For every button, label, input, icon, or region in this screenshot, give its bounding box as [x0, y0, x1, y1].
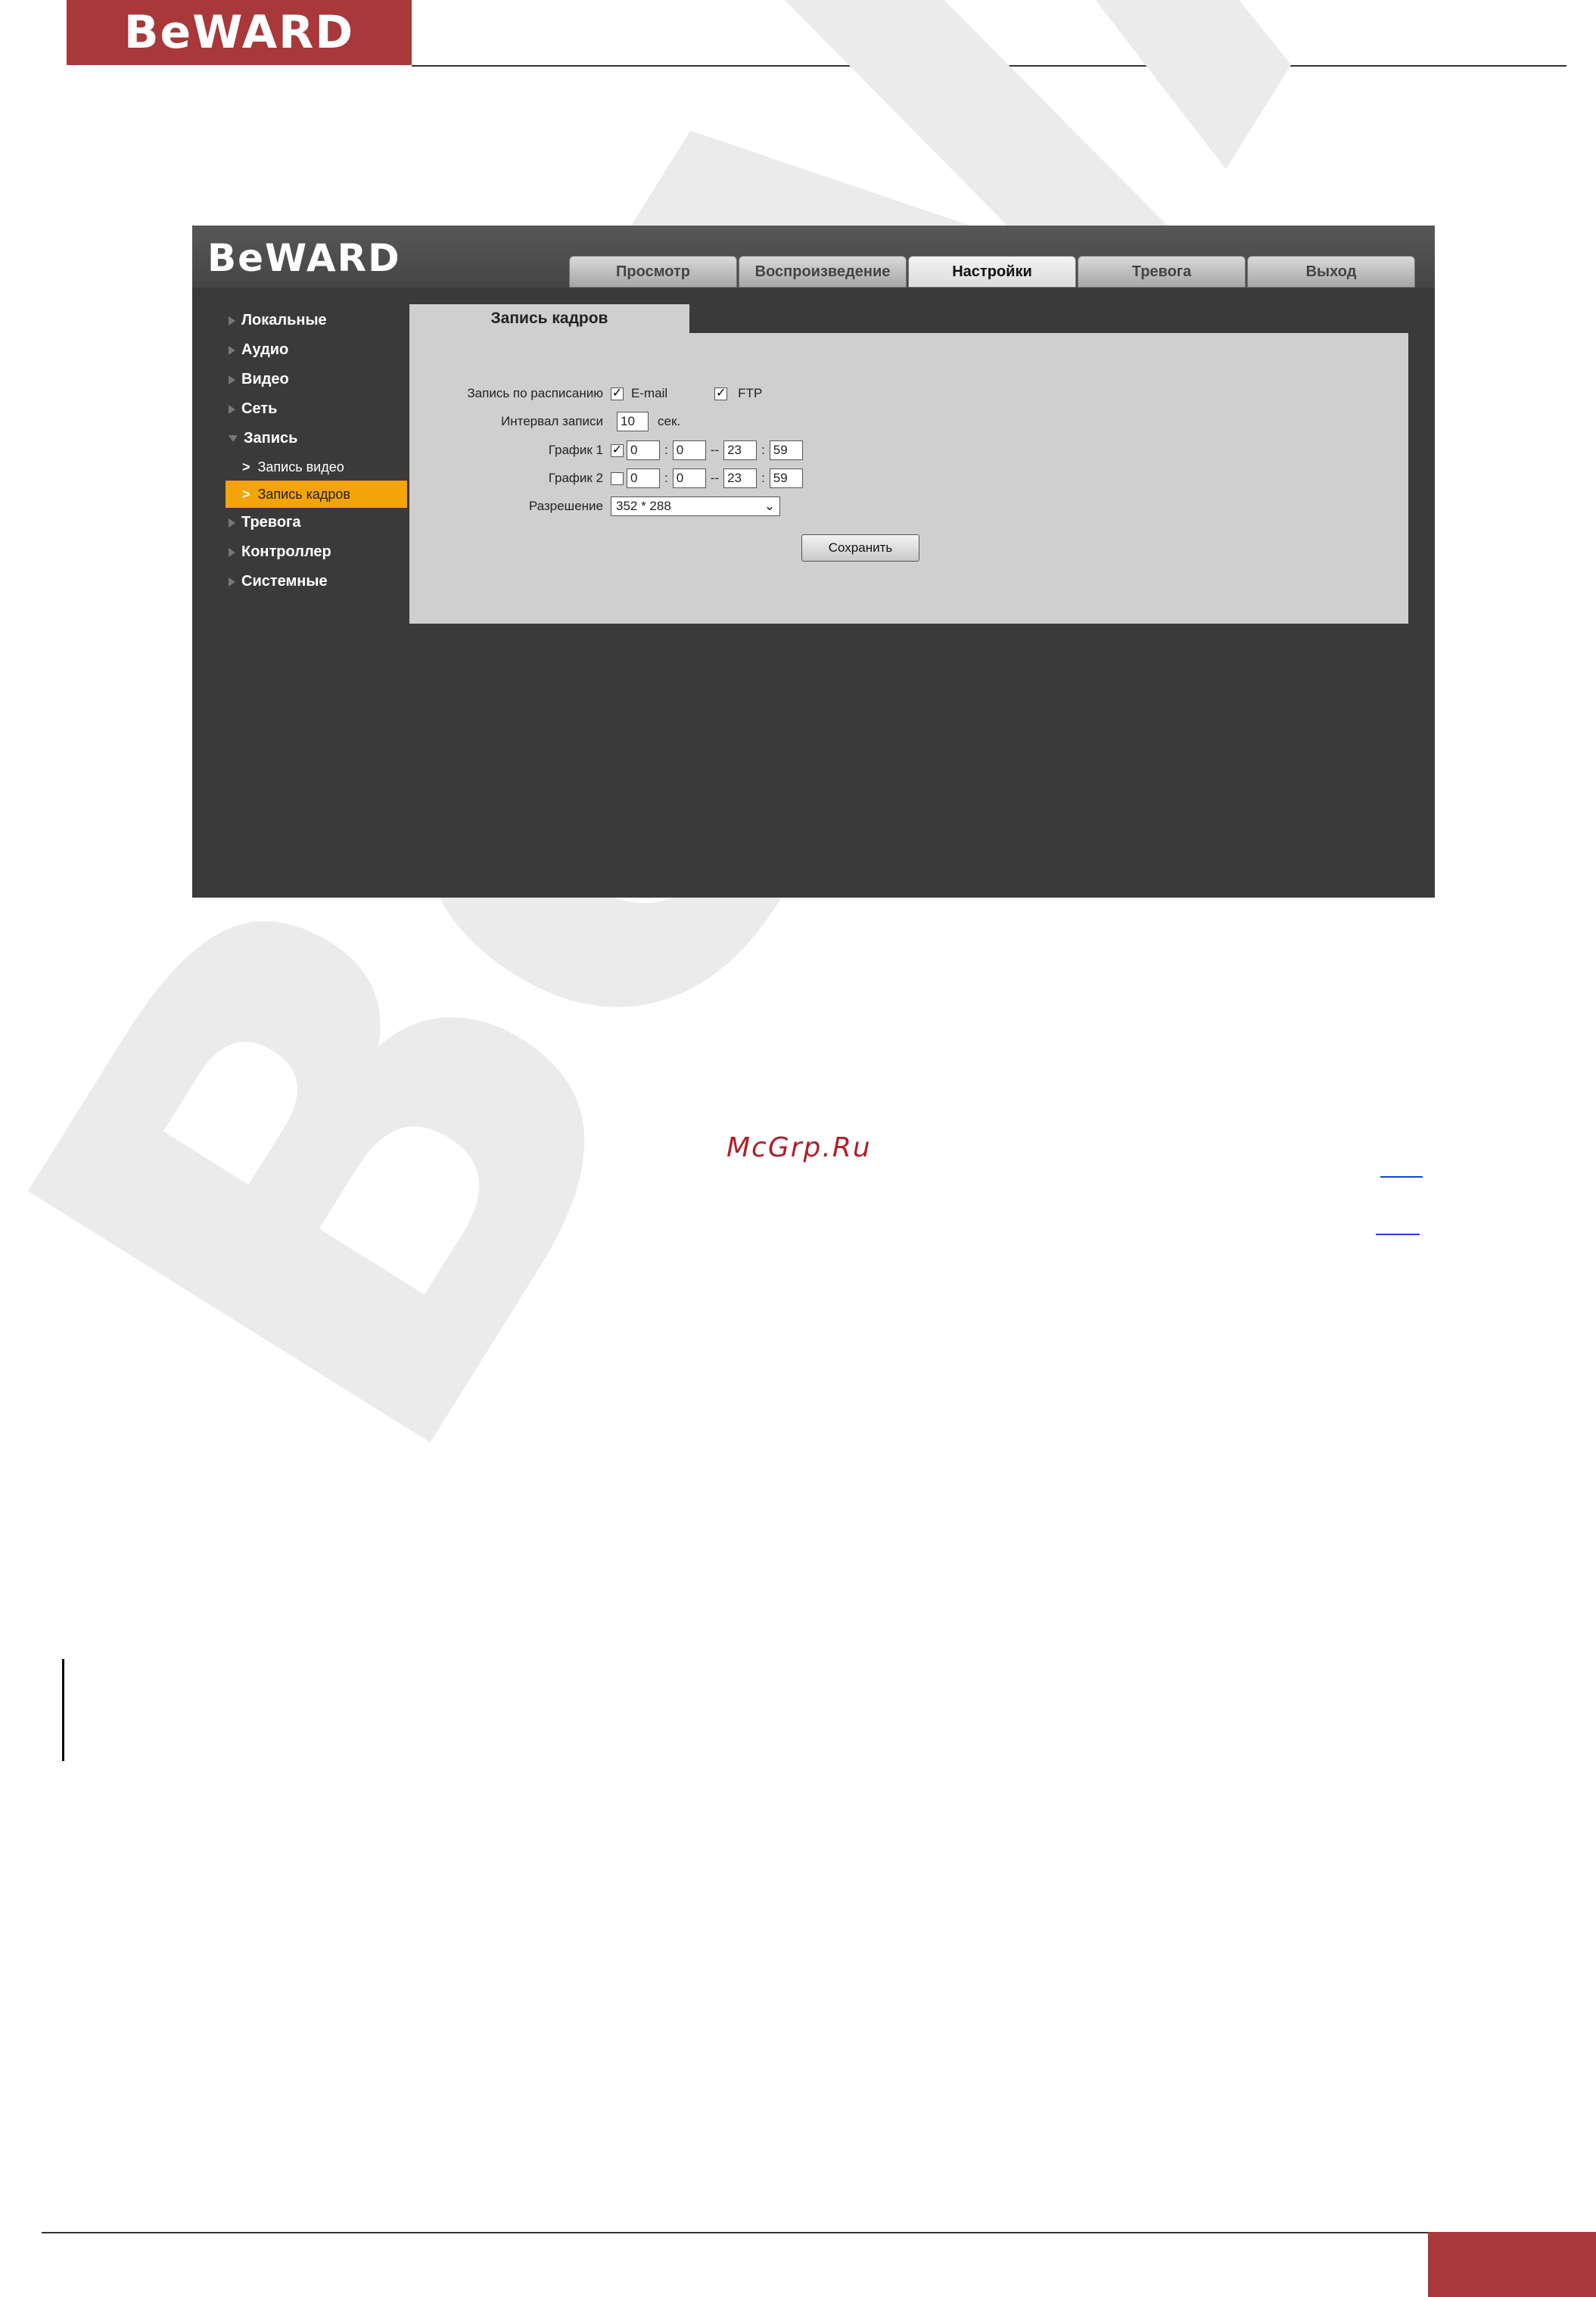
schedule2-start-hour[interactable]: 0: [627, 468, 660, 488]
schedule2-row: График 2 0 : 0 -- 23 : 59: [409, 468, 803, 488]
footer-brand-block: [1428, 2232, 1596, 2297]
triangle-right-icon: [229, 577, 235, 587]
camera-web-interface: BeWARD Просмотр Воспроизведение Настройк…: [192, 226, 1435, 898]
app-logo: BeWARD: [207, 236, 401, 280]
schedule1-checkbox[interactable]: ✓: [611, 444, 624, 457]
interval-row: Интервал записи 10 сек.: [409, 412, 680, 431]
sidebar-item-label: Запись: [244, 430, 298, 447]
footer-divider: [42, 2232, 1428, 2233]
resolution-label: Разрешение: [528, 499, 603, 513]
schedule2-end-minute[interactable]: 59: [769, 468, 803, 488]
colon-separator: :: [761, 471, 765, 485]
save-button[interactable]: Сохранить: [801, 534, 919, 562]
sidebar-subitem-frame-record[interactable]: > Запись кадров: [226, 481, 407, 508]
chevron-down-icon: ⌄: [764, 499, 775, 513]
schedule1-end-minute[interactable]: 59: [769, 440, 803, 460]
ftp-label: FTP: [738, 386, 763, 400]
schedule-label: Запись по расписанию: [467, 386, 603, 400]
link-underline[interactable]: [1376, 1234, 1420, 1235]
resolution-value: 352 * 288: [616, 499, 671, 513]
schedule1-label: График 1: [548, 443, 603, 457]
triangle-down-icon: [229, 435, 238, 442]
ftp-checkbox[interactable]: ✓: [714, 387, 728, 400]
sidebar-item-audio[interactable]: Аудио: [226, 335, 407, 365]
document-logo: BeWARD: [67, 0, 412, 65]
schedule2-label: График 2: [548, 471, 603, 485]
triangle-right-icon: [229, 375, 235, 384]
schedule1-start-minute[interactable]: 0: [672, 440, 706, 460]
tab-alarm[interactable]: Тревога: [1078, 256, 1246, 288]
sidebar-item-label: Сеть: [241, 400, 278, 417]
schedule-row: Запись по расписанию ✓ E-mail ✓ FTP: [409, 386, 762, 401]
colon-separator: :: [664, 443, 668, 457]
tab-logout[interactable]: Выход: [1247, 256, 1415, 288]
dash-separator: --: [710, 443, 720, 457]
sidebar-item-label: Локальные: [241, 312, 327, 328]
sidebar-item-network[interactable]: Сеть: [226, 394, 407, 424]
colon-separator: :: [761, 443, 765, 457]
document-logo-text: BeWARD: [123, 6, 355, 59]
tab-settings[interactable]: Настройки: [908, 256, 1076, 288]
resolution-row: Разрешение 352 * 288 ⌄: [409, 496, 780, 516]
site-link[interactable]: McGrp.Ru: [726, 1132, 872, 1163]
tab-playback[interactable]: Воспроизведение: [739, 256, 907, 288]
schedule1-end-hour[interactable]: 23: [723, 440, 758, 460]
resolution-select[interactable]: 352 * 288 ⌄: [611, 496, 780, 516]
sidebar: Локальные Аудио Видео Сеть Запись > Запи…: [226, 306, 407, 596]
sidebar-item-video[interactable]: Видео: [226, 365, 407, 394]
chevron-right-icon: >: [242, 486, 250, 502]
tab-view[interactable]: Просмотр: [569, 256, 737, 288]
interval-input[interactable]: 10: [617, 412, 649, 431]
interval-label: Интервал записи: [501, 414, 603, 428]
colon-separator: :: [664, 471, 668, 485]
sidebar-item-label: Системные: [241, 573, 328, 590]
sidebar-subitem-label: Запись видео: [257, 459, 344, 475]
app-header: BeWARD Просмотр Воспроизведение Настройк…: [192, 226, 1435, 288]
main-tabs: Просмотр Воспроизведение Настройки Трево…: [569, 256, 1415, 288]
email-label: E-mail: [631, 386, 668, 400]
sidebar-item-label: Аудио: [241, 341, 289, 358]
triangle-right-icon: [229, 316, 235, 325]
triangle-right-icon: [229, 518, 235, 528]
sidebar-item-controller[interactable]: Контроллер: [226, 537, 407, 567]
triangle-right-icon: [229, 547, 235, 557]
schedule2-start-minute[interactable]: 0: [672, 468, 706, 488]
sidebar-item-label: Видео: [241, 371, 289, 388]
sidebar-subitem-video-record[interactable]: > Запись видео: [226, 453, 407, 481]
schedule1-row: График 1 ✓ 0 : 0 -- 23 : 59: [409, 440, 803, 460]
schedule2-checkbox[interactable]: [611, 472, 624, 485]
sidebar-item-alarm[interactable]: Тревога: [226, 508, 407, 537]
sidebar-item-label: Контроллер: [241, 543, 331, 560]
triangle-right-icon: [229, 404, 235, 414]
sidebar-item-system[interactable]: Системные: [226, 567, 407, 596]
settings-panel: Запись по расписанию ✓ E-mail ✓ FTP Инте…: [409, 333, 1408, 624]
sidebar-item-label: Тревога: [241, 514, 301, 531]
margin-bar: [62, 1659, 64, 1761]
panel-title: Запись кадров: [409, 304, 689, 333]
schedule1-start-hour[interactable]: 0: [627, 440, 660, 460]
interval-unit: сек.: [658, 414, 681, 428]
triangle-right-icon: [229, 345, 235, 355]
dash-separator: --: [710, 471, 720, 485]
link-underline[interactable]: [1380, 1176, 1423, 1178]
header-divider: [412, 65, 1566, 67]
sidebar-item-local[interactable]: Локальные: [226, 306, 407, 335]
sidebar-item-record[interactable]: Запись: [226, 424, 407, 453]
chevron-right-icon: >: [242, 459, 250, 475]
sidebar-subitem-label: Запись кадров: [257, 486, 350, 502]
email-checkbox[interactable]: ✓: [611, 387, 624, 400]
schedule2-end-hour[interactable]: 23: [723, 468, 758, 488]
